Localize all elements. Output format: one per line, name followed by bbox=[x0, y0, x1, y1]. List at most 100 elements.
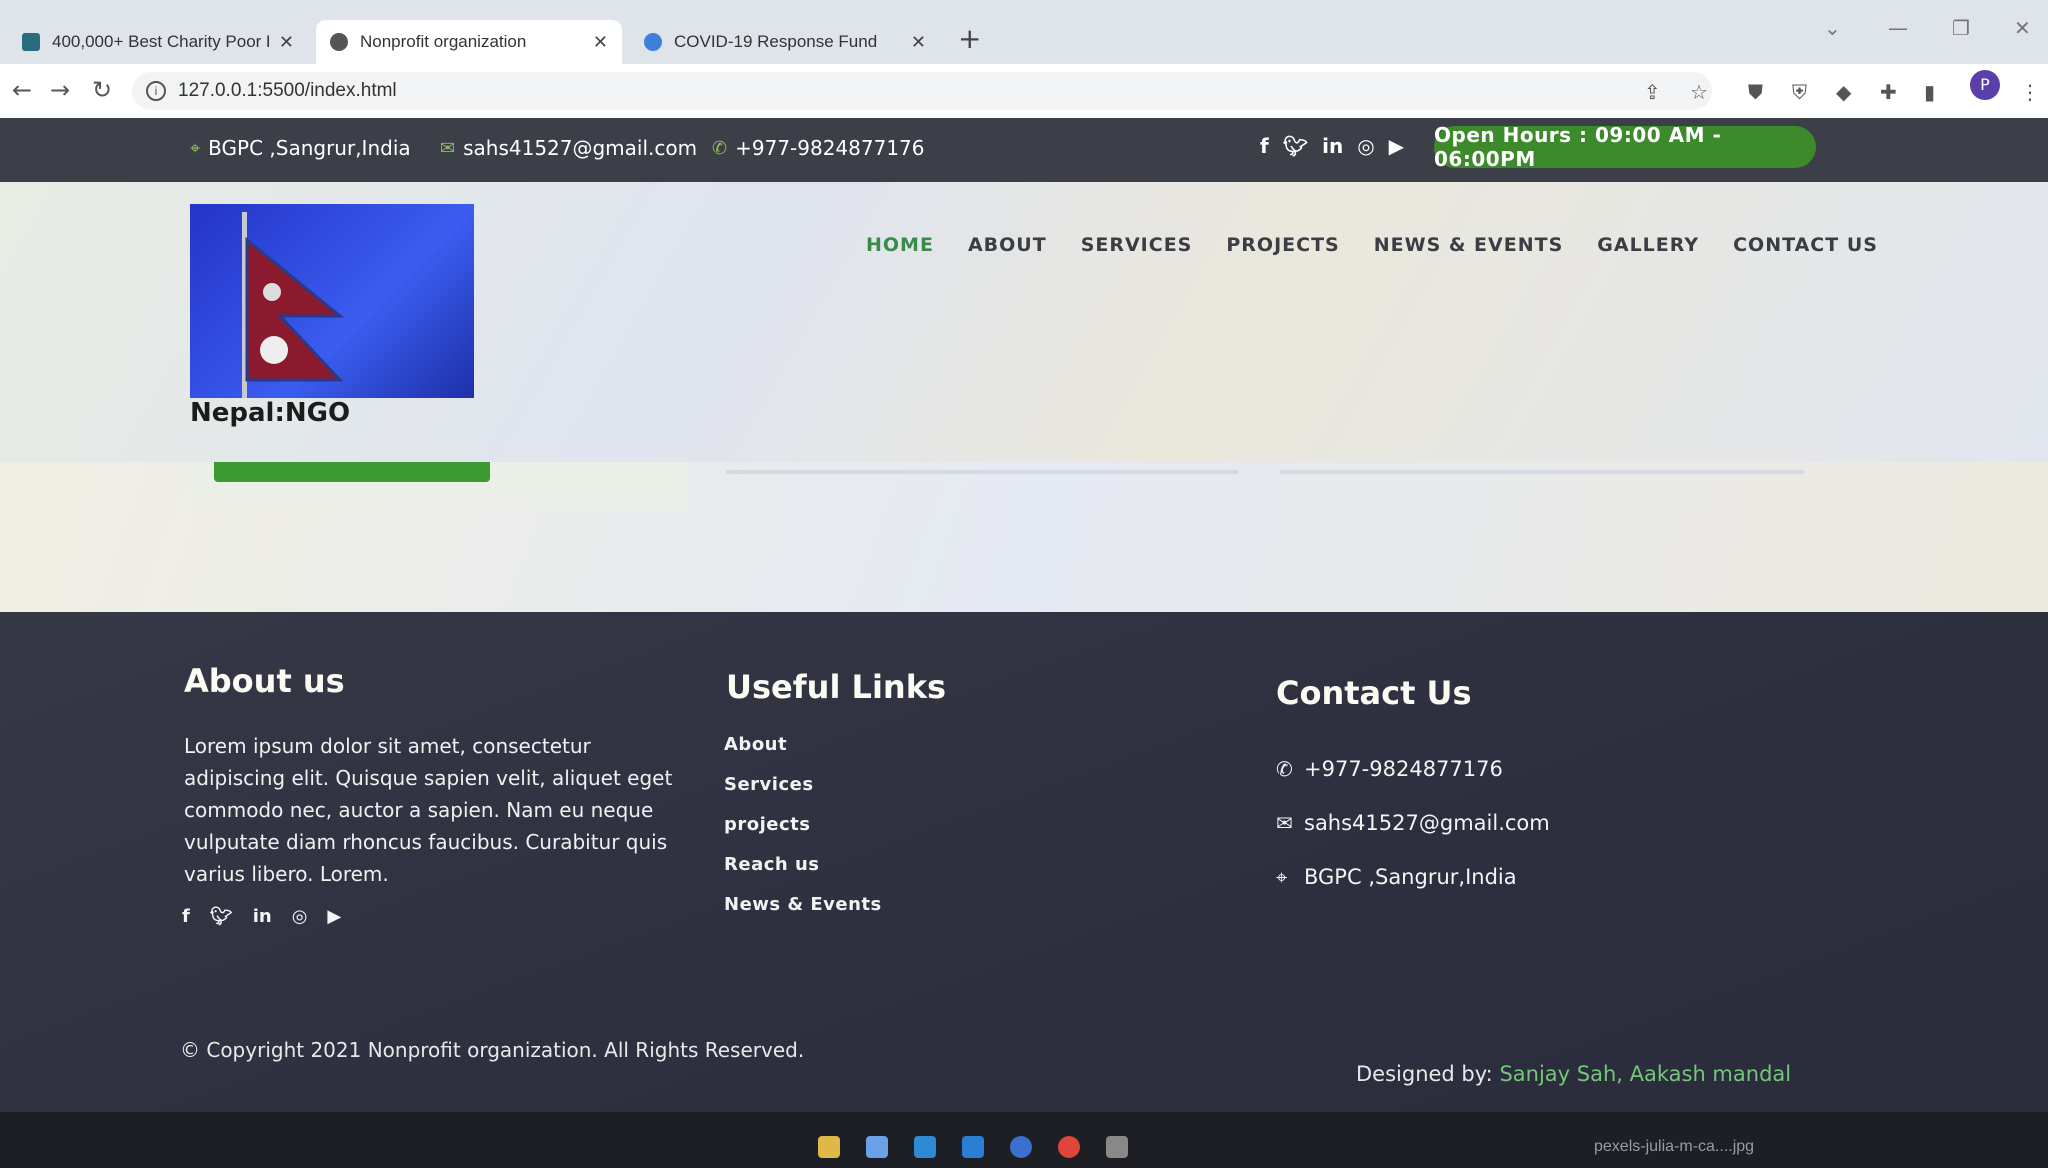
tab-title: COVID-19 Response Fund bbox=[674, 32, 878, 51]
nav-contact-us[interactable]: CONTACT US bbox=[1733, 234, 1878, 256]
globe-icon bbox=[330, 33, 348, 51]
footer-link-reach-us[interactable]: Reach us bbox=[724, 854, 882, 894]
envelope-icon: ✉ bbox=[440, 137, 456, 159]
footer-contact-address: ⌖ BGPC ,Sangrur,India bbox=[1276, 850, 1550, 904]
profile-avatar[interactable]: P bbox=[1970, 70, 2000, 100]
footer-about-text: Lorem ipsum dolor sit amet, consectetur … bbox=[184, 734, 673, 886]
footer-links-heading: Useful Links bbox=[726, 668, 947, 706]
facebook-icon[interactable]: f bbox=[1260, 134, 1269, 158]
topbar-social-links: f 🐦︎ in ◎ ▶ bbox=[1260, 134, 1404, 158]
footer-link-projects[interactable]: projects bbox=[724, 814, 882, 854]
twitter-icon[interactable]: 🐦︎ bbox=[210, 906, 233, 927]
vscode-icon[interactable] bbox=[962, 1136, 984, 1158]
tab-nonprofit[interactable]: Nonprofit organization ✕ bbox=[316, 20, 622, 64]
bookmark-star-icon[interactable]: ☆ bbox=[1690, 80, 1708, 104]
phone-icon: ✆ bbox=[712, 137, 728, 159]
designers-link[interactable]: Sanjay Sah, Aakash mandal bbox=[1499, 1062, 1791, 1086]
facebook-icon[interactable]: f bbox=[182, 906, 190, 927]
footer-contact-heading: Contact Us bbox=[1276, 674, 1472, 712]
footer-contact-email[interactable]: ✉ sahs41527@gmail.com bbox=[1276, 796, 1550, 850]
page-content-area bbox=[0, 462, 2048, 612]
divider bbox=[1280, 470, 1804, 474]
site-footer: About us Lorem ipsum dolor sit amet, con… bbox=[0, 612, 2048, 1112]
site-info-icon[interactable]: i bbox=[146, 81, 166, 101]
address-bar[interactable]: i 127.0.0.1:5500/index.html bbox=[132, 72, 1712, 110]
topbar-email[interactable]: ✉ sahs41527@gmail.com bbox=[440, 136, 697, 160]
footer-email-text[interactable]: sahs41527@gmail.com bbox=[1304, 811, 1550, 835]
close-window-button[interactable]: ✕ bbox=[2014, 16, 2031, 40]
store-icon[interactable] bbox=[914, 1136, 936, 1158]
forward-icon[interactable]: → bbox=[50, 76, 70, 104]
nav-about[interactable]: ABOUT bbox=[968, 234, 1047, 256]
close-tab-icon[interactable]: ✕ bbox=[593, 32, 608, 53]
youtube-icon[interactable]: ▶ bbox=[1389, 134, 1404, 158]
edge-icon[interactable] bbox=[1010, 1136, 1032, 1158]
footer-about-heading: About us bbox=[184, 662, 345, 700]
tab-charity[interactable]: 400,000+ Best Charity Poor Peop ✕ bbox=[8, 20, 308, 64]
nav-news-events[interactable]: NEWS & EVENTS bbox=[1374, 234, 1564, 256]
app-icon[interactable] bbox=[1106, 1136, 1128, 1158]
globe-icon bbox=[644, 33, 662, 51]
tab-covid-fund[interactable]: COVID-19 Response Fund ✕ bbox=[630, 20, 940, 64]
footer-phone-text[interactable]: +977-9824877176 bbox=[1304, 757, 1503, 781]
reload-icon[interactable]: ↻ bbox=[92, 76, 112, 104]
browser-toolbar: ← → ↻ i 127.0.0.1:5500/index.html ⇪ ☆ ⛊ … bbox=[0, 64, 2048, 118]
linkedin-icon[interactable]: in bbox=[253, 906, 272, 927]
side-panel-icon[interactable]: ▮ bbox=[1924, 80, 1935, 104]
main-nav: HOME ABOUT SERVICES PROJECTS NEWS & EVEN… bbox=[866, 234, 1878, 256]
footer-link-services[interactable]: Services bbox=[724, 774, 882, 814]
browser-tab-strip: 400,000+ Best Charity Poor Peop ✕ Nonpro… bbox=[0, 0, 2048, 64]
map-pin-icon: ⌖ bbox=[1276, 865, 1288, 889]
site-topbar: ⌖ BGPC ,Sangrur,India ✉ sahs41527@gmail.… bbox=[0, 118, 2048, 182]
tab-search-icon[interactable]: ⌄ bbox=[1824, 16, 1841, 40]
nepal-flag-logo[interactable] bbox=[190, 204, 474, 398]
footer-link-about[interactable]: About bbox=[724, 734, 882, 774]
instagram-icon[interactable]: ◎ bbox=[292, 906, 308, 927]
footer-contact-phone[interactable]: ✆ +977-9824877176 bbox=[1276, 742, 1550, 796]
file-explorer-icon[interactable] bbox=[818, 1136, 840, 1158]
extension-cube-icon[interactable]: ◆ bbox=[1836, 80, 1851, 104]
nav-home[interactable]: HOME bbox=[866, 234, 934, 256]
footer-contact-list: ✆ +977-9824877176 ✉ sahs41527@gmail.com … bbox=[1276, 742, 1550, 904]
useful-links-list: About Services projects Reach us News & … bbox=[724, 734, 882, 934]
new-tab-button[interactable]: + bbox=[958, 22, 981, 55]
instagram-icon[interactable]: ◎ bbox=[1357, 134, 1374, 158]
phone-icon: ✆ bbox=[1276, 757, 1293, 781]
chrome-icon[interactable] bbox=[1058, 1136, 1080, 1158]
nav-services[interactable]: SERVICES bbox=[1081, 234, 1193, 256]
topbar-phone-text[interactable]: +977-9824877176 bbox=[735, 136, 924, 160]
footer-link-news-events[interactable]: News & Events bbox=[724, 894, 882, 934]
close-tab-icon[interactable]: ✕ bbox=[911, 32, 926, 53]
footer-social-links: f 🐦︎ in ◎ ▶ bbox=[182, 906, 341, 927]
close-tab-icon[interactable]: ✕ bbox=[279, 32, 294, 53]
download-filename[interactable]: pexels-julia-m-ca....jpg bbox=[1594, 1138, 1754, 1156]
card-button[interactable] bbox=[214, 462, 490, 482]
menu-kebab-icon[interactable]: ⋮ bbox=[2020, 80, 2040, 104]
nepal-flag-icon bbox=[242, 212, 345, 398]
tab-title: 400,000+ Best Charity Poor Peop bbox=[52, 32, 269, 51]
extensions-puzzle-icon[interactable]: ✚ bbox=[1880, 80, 1897, 104]
topbar-address-text: BGPC ,Sangrur,India bbox=[208, 136, 411, 160]
footer-address-text: BGPC ,Sangrur,India bbox=[1304, 865, 1517, 889]
copyright-text: © Copyright 2021 Nonprofit organization.… bbox=[180, 1038, 805, 1062]
extension-shield-icon[interactable]: ⛊ bbox=[1748, 80, 1763, 104]
back-icon[interactable]: ← bbox=[12, 76, 32, 104]
nav-gallery[interactable]: GALLERY bbox=[1597, 234, 1699, 256]
nav-projects[interactable]: PROJECTS bbox=[1226, 234, 1339, 256]
maximize-button[interactable]: ❐ bbox=[1952, 16, 1970, 40]
extension-ublock-icon[interactable]: ⛨ bbox=[1792, 80, 1807, 104]
start-menu-icon[interactable] bbox=[866, 1136, 888, 1158]
tab-favicon-icon bbox=[22, 33, 40, 51]
minimize-button[interactable]: — bbox=[1888, 16, 1908, 40]
youtube-icon[interactable]: ▶ bbox=[327, 906, 341, 927]
twitter-icon[interactable]: 🐦︎ bbox=[1283, 134, 1308, 158]
map-pin-icon: ⌖ bbox=[190, 137, 201, 159]
brand-name[interactable]: Nepal:NGO bbox=[190, 398, 350, 428]
topbar-email-text[interactable]: sahs41527@gmail.com bbox=[463, 136, 697, 160]
topbar-phone[interactable]: ✆ +977-9824877176 bbox=[712, 136, 925, 160]
designed-by-label: Designed by: bbox=[1356, 1062, 1493, 1086]
linkedin-icon[interactable]: in bbox=[1322, 134, 1343, 158]
envelope-icon: ✉ bbox=[1276, 811, 1293, 835]
divider bbox=[726, 470, 1238, 474]
share-icon[interactable]: ⇪ bbox=[1644, 80, 1661, 104]
